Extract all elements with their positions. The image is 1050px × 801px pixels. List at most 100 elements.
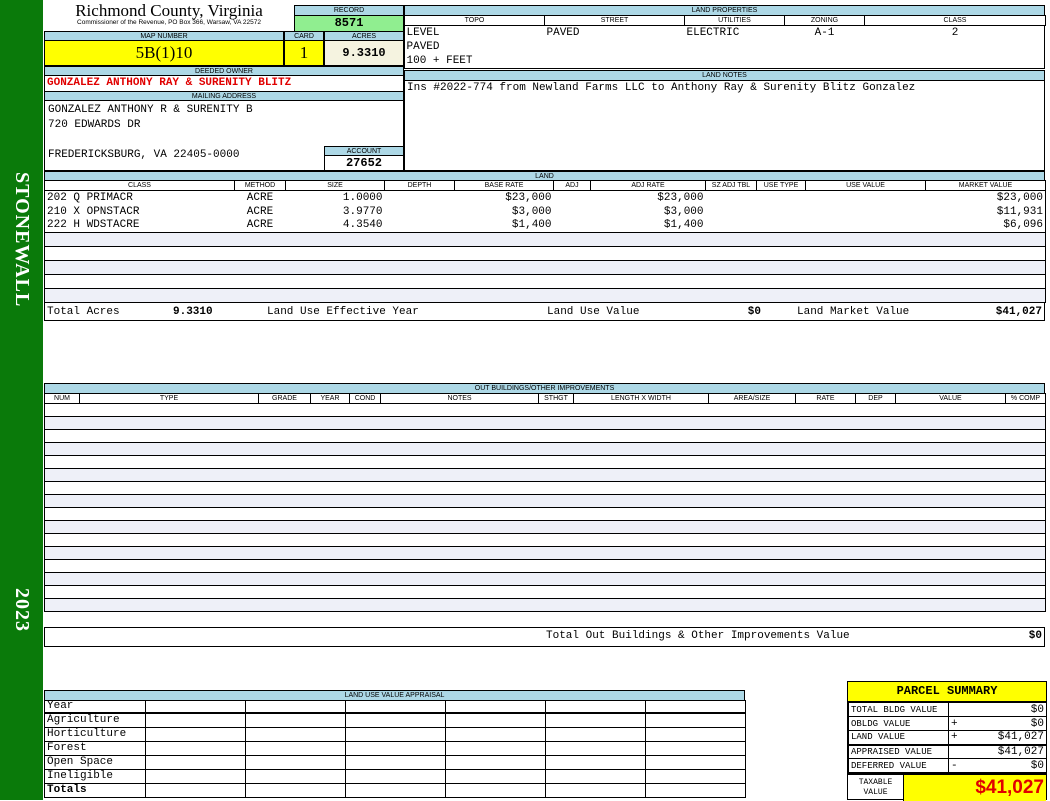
- land-cell: [757, 275, 806, 289]
- land-row: [44, 247, 1046, 261]
- land-cell: [384, 288, 455, 303]
- land-cell: [706, 205, 757, 219]
- land-use-row-label: Horticulture: [44, 727, 146, 742]
- record-number: 8571: [294, 15, 404, 32]
- office-address: Commissioner of the Revenue, PO Box 366,…: [77, 19, 261, 26]
- account-number: 27652: [324, 155, 404, 171]
- land-use-row: Year: [44, 700, 746, 714]
- land-col-header: SZ ADJ TBL: [705, 180, 757, 191]
- land-cell: 1.0000: [342, 191, 383, 204]
- land-cell: [757, 191, 806, 205]
- land-cell: [805, 260, 926, 275]
- outbuilding-row: [44, 559, 1046, 573]
- land-cell: [554, 247, 591, 261]
- acres-value: 9.3310: [324, 40, 404, 66]
- land-cell: [455, 247, 554, 261]
- land-cell: [44, 288, 235, 303]
- parcel-summary: PARCEL SUMMARY TOTAL BLDG VALUE $0 OBLDG V…: [847, 681, 1047, 801]
- county-title: Richmond County, Virginia: [75, 1, 263, 20]
- land-cell: [756, 232, 806, 247]
- land-cell: [806, 191, 926, 205]
- summary-value-cell: - $0: [948, 758, 1047, 773]
- land-cell: [454, 288, 554, 303]
- parcel-summary-row: OBLDG VALUE + $0: [848, 716, 1047, 731]
- outbuildings-total-row: Total Out Buildings & Other Improvements…: [44, 627, 1045, 647]
- outbuilding-row: [44, 416, 1046, 430]
- outbuilding-col-header: STHGT: [538, 393, 574, 404]
- land-cell: 210 X OPNSTACR: [47, 205, 140, 218]
- land-cell: [705, 288, 757, 303]
- land-col-header: ADJ: [553, 180, 591, 191]
- land-cell: $3,000: [511, 205, 552, 218]
- summary-value: $0: [1030, 717, 1044, 730]
- land-cell: $23,000: [505, 191, 552, 204]
- land-cell: [926, 247, 1046, 261]
- land-cell: [554, 275, 591, 289]
- land-use-value-label: Land Use Value: [547, 305, 640, 318]
- land-cell: [706, 275, 757, 289]
- land-row: 210 X OPNSTACR ACRE 3.9770 $3,000 $3,000 $11,…: [45, 205, 1046, 219]
- taxable-value: $41,027: [904, 775, 1046, 801]
- col-utilities: UTILITIES: [684, 15, 785, 26]
- summary-label: TOTAL BLDG VALUE: [848, 702, 949, 717]
- land-cell: [553, 260, 591, 275]
- land-row: [44, 260, 1046, 275]
- land-cell: [384, 232, 455, 247]
- outbuilding-row: [44, 494, 1046, 508]
- district-sidebar: STONEWALL 2023: [0, 0, 43, 800]
- land-row: 222 H WDSTACRE ACRE 4.3540 $1,400 $1,400 $6,0…: [44, 219, 1046, 233]
- land-cell: [45, 247, 235, 261]
- col-zoning: ZONING: [784, 15, 865, 26]
- land-cell: [384, 260, 455, 275]
- outbuilding-row: [44, 533, 1046, 547]
- land-use-row-label: Forest: [44, 741, 146, 756]
- summary-value-cell: $41,027: [948, 744, 1047, 759]
- outbuildings-table: NUM TYPE GRADE YEAR COND NOTES STHGT LENGTH X W…: [44, 393, 1046, 612]
- col-class: CLASS: [864, 15, 1046, 26]
- land-col-header: USE TYPE: [756, 180, 806, 191]
- outbuilding-col-header: NUM: [44, 393, 80, 404]
- land-use-row-label: Year: [44, 700, 146, 714]
- land-cell: [590, 232, 706, 247]
- land-cell: [553, 232, 591, 247]
- parcel-summary-row: DEFERRED VALUE - $0: [848, 758, 1047, 773]
- summary-label: DEFERRED VALUE: [848, 758, 949, 773]
- land-cell: $23,000: [996, 191, 1043, 204]
- land-cell: [385, 247, 455, 261]
- land-use-row: Forest: [44, 741, 746, 756]
- land-cell: ACRE: [246, 191, 274, 204]
- summary-value: $41,027: [997, 745, 1044, 758]
- outbuilding-row: [44, 403, 1046, 417]
- land-cell: [591, 247, 706, 261]
- land-cell: [757, 219, 806, 233]
- land-cell: ACRE: [246, 205, 274, 218]
- outbuilding-row: [44, 520, 1046, 534]
- summary-sign: -: [951, 759, 958, 772]
- outbuilding-row: [44, 585, 1046, 599]
- outbuilding-col-header: AREA/SIZE: [708, 393, 796, 404]
- land-cell: [455, 275, 554, 289]
- land-col-header: METHOD: [234, 180, 286, 191]
- land-cell: [553, 288, 591, 303]
- mailing-line: 720 EDWARDS DR: [48, 119, 141, 131]
- summary-sign: +: [951, 717, 958, 730]
- land-cell: $23,000: [657, 191, 704, 204]
- summary-value: $0: [1030, 703, 1044, 716]
- summary-sign: +: [951, 731, 958, 744]
- outbuilding-col-header: YEAR: [310, 393, 350, 404]
- land-col-header: CLASS: [44, 180, 235, 191]
- outbuilding-col-header: LENGTH X WIDTH: [573, 393, 709, 404]
- land-notes: Ins #2022-774 from Newland Farms LLC to …: [404, 80, 1045, 171]
- parcel-summary-row: LAND VALUE + $41,027: [848, 730, 1047, 745]
- land-table: CLASS METHOD SIZE DEPTH BASE RATE ADJ ADJ RATE…: [44, 180, 1046, 303]
- land-cell: [554, 205, 591, 219]
- summary-value-cell: + $41,027: [948, 730, 1047, 745]
- tax-year: 2023: [11, 588, 33, 632]
- land-cell: [806, 205, 926, 219]
- land-cell: [757, 247, 806, 261]
- land-cell: $1,400: [511, 219, 552, 232]
- street-value: PAVED: [546, 26, 580, 39]
- district-name: STONEWALL: [11, 172, 33, 308]
- land-use-row-label: Totals: [44, 783, 146, 798]
- land-col-header: ADJ RATE: [590, 180, 706, 191]
